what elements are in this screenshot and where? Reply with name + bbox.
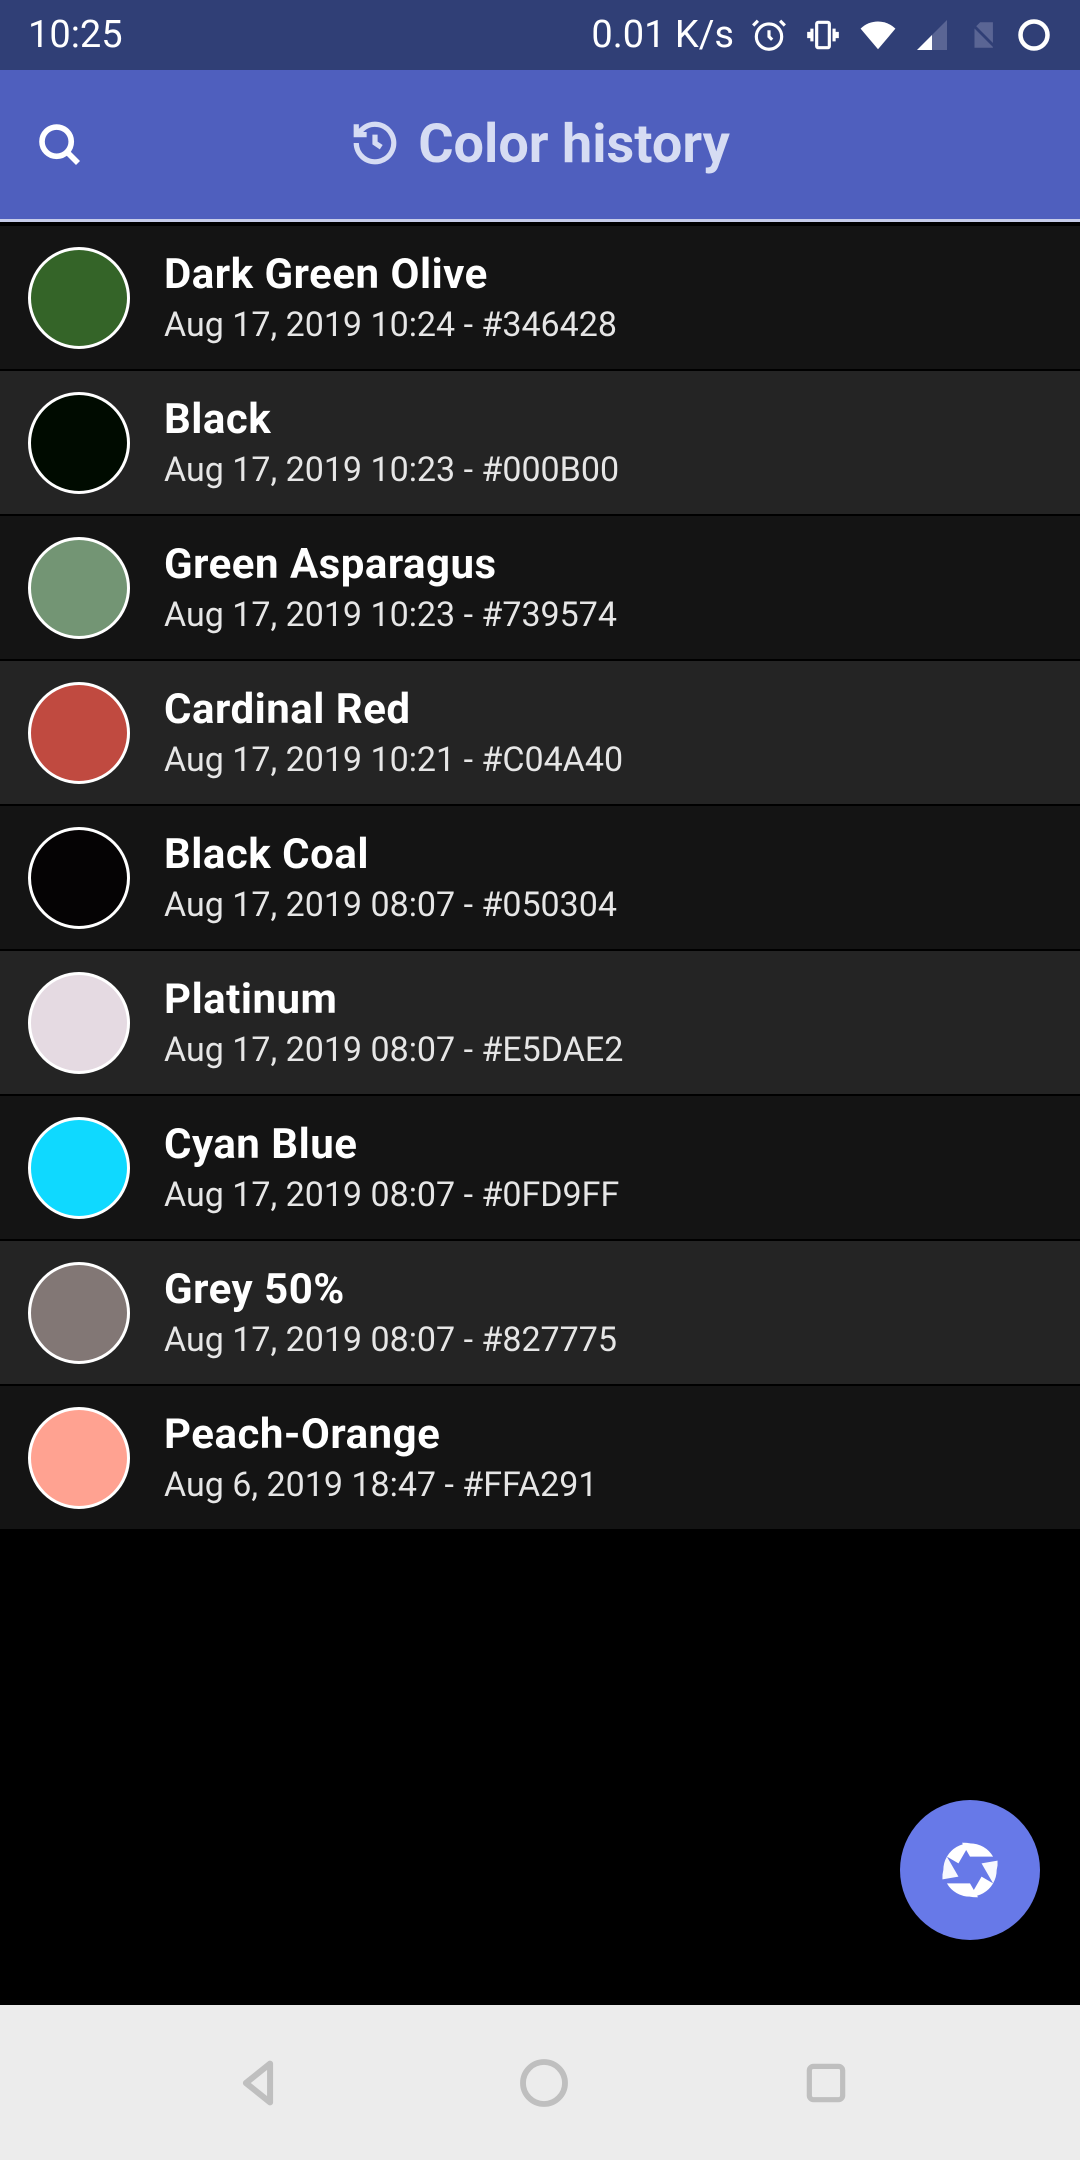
color-swatch bbox=[28, 392, 130, 494]
color-name: Peach-Orange bbox=[164, 1410, 598, 1459]
color-row[interactable]: Green Asparagus Aug 17, 2019 10:23 - #739… bbox=[0, 515, 1080, 660]
signal-icon bbox=[914, 17, 950, 53]
color-row[interactable]: Dark Green Olive Aug 17, 2019 10:24 - #34… bbox=[0, 225, 1080, 370]
status-icons: 0.01 K/s bbox=[591, 13, 1052, 57]
color-row-text: Cardinal Red Aug 17, 2019 10:21 - #C04A40 bbox=[164, 685, 623, 780]
color-swatch bbox=[28, 1117, 130, 1219]
color-name: Cyan Blue bbox=[164, 1120, 619, 1169]
color-row-text: Cyan Blue Aug 17, 2019 08:07 - #0FD9FF bbox=[164, 1120, 619, 1215]
color-row[interactable]: Peach-Orange Aug 6, 2019 18:47 - #FFA291 bbox=[0, 1385, 1080, 1530]
wifi-icon bbox=[858, 16, 898, 54]
color-subtitle: Aug 17, 2019 10:21 - #C04A40 bbox=[164, 740, 623, 780]
status-time: 10:25 bbox=[28, 13, 123, 57]
no-sim-icon bbox=[966, 16, 1000, 54]
color-row-text: Platinum Aug 17, 2019 08:07 - #E5DAE2 bbox=[164, 975, 623, 1070]
nav-back-button[interactable] bbox=[229, 2054, 287, 2112]
color-row[interactable]: Cardinal Red Aug 17, 2019 10:21 - #C04A40 bbox=[0, 660, 1080, 805]
page-title: Color history bbox=[418, 113, 730, 176]
circle-icon bbox=[1016, 17, 1052, 53]
color-row[interactable]: Cyan Blue Aug 17, 2019 08:07 - #0FD9FF bbox=[0, 1095, 1080, 1240]
color-subtitle: Aug 17, 2019 10:23 - #000B00 bbox=[164, 450, 619, 490]
nav-recent-button[interactable] bbox=[801, 2058, 851, 2108]
color-name: Black Coal bbox=[164, 830, 617, 879]
nav-home-button[interactable] bbox=[516, 2055, 572, 2111]
color-subtitle: Aug 17, 2019 10:23 - #739574 bbox=[164, 595, 617, 635]
color-subtitle: Aug 17, 2019 08:07 - #E5DAE2 bbox=[164, 1030, 623, 1070]
color-swatch bbox=[28, 537, 130, 639]
home-circle-icon bbox=[516, 2055, 572, 2111]
color-row-text: Grey 50% Aug 17, 2019 08:07 - #827775 bbox=[164, 1265, 617, 1360]
color-name: Cardinal Red bbox=[164, 685, 623, 734]
color-swatch bbox=[28, 247, 130, 349]
color-row-text: Black Coal Aug 17, 2019 08:07 - #050304 bbox=[164, 830, 617, 925]
back-triangle-icon bbox=[229, 2054, 287, 2112]
app-bar-title-wrap: Color history bbox=[30, 113, 1050, 176]
color-subtitle: Aug 17, 2019 08:07 - #050304 bbox=[164, 885, 617, 925]
color-swatch bbox=[28, 827, 130, 929]
color-name: Green Asparagus bbox=[164, 540, 617, 589]
status-bar: 10:25 0.01 K/s bbox=[0, 0, 1080, 70]
color-name: Black bbox=[164, 395, 619, 444]
color-row[interactable]: Platinum Aug 17, 2019 08:07 - #E5DAE2 bbox=[0, 950, 1080, 1095]
app-bar: Color history bbox=[0, 70, 1080, 222]
color-subtitle: Aug 6, 2019 18:47 - #FFA291 bbox=[164, 1465, 598, 1505]
color-row-text: Peach-Orange Aug 6, 2019 18:47 - #FFA291 bbox=[164, 1410, 598, 1505]
color-swatch bbox=[28, 972, 130, 1074]
alarm-icon bbox=[750, 16, 788, 54]
color-row-text: Green Asparagus Aug 17, 2019 10:23 - #739… bbox=[164, 540, 617, 635]
history-icon bbox=[350, 118, 400, 172]
color-swatch bbox=[28, 1407, 130, 1509]
color-row-text: Dark Green Olive Aug 17, 2019 10:24 - #34… bbox=[164, 250, 617, 345]
color-row[interactable]: Black Coal Aug 17, 2019 08:07 - #050304 bbox=[0, 805, 1080, 950]
color-subtitle: Aug 17, 2019 08:07 - #827775 bbox=[164, 1320, 617, 1360]
color-swatch bbox=[28, 682, 130, 784]
vibrate-icon bbox=[804, 16, 842, 54]
color-row[interactable]: Grey 50% Aug 17, 2019 08:07 - #827775 bbox=[0, 1240, 1080, 1385]
color-subtitle: Aug 17, 2019 08:07 - #0FD9FF bbox=[164, 1175, 619, 1215]
color-name: Dark Green Olive bbox=[164, 250, 617, 299]
recent-square-icon bbox=[801, 2058, 851, 2108]
status-net-speed: 0.01 K/s bbox=[591, 13, 734, 57]
color-swatch bbox=[28, 1262, 130, 1364]
color-row[interactable]: Black Aug 17, 2019 10:23 - #000B00 bbox=[0, 370, 1080, 515]
color-row-text: Black Aug 17, 2019 10:23 - #000B00 bbox=[164, 395, 619, 490]
capture-fab[interactable] bbox=[900, 1800, 1040, 1940]
camera-aperture-icon bbox=[938, 1838, 1002, 1902]
color-name: Platinum bbox=[164, 975, 623, 1024]
color-subtitle: Aug 17, 2019 10:24 - #346428 bbox=[164, 305, 617, 345]
color-history-list: Dark Green Olive Aug 17, 2019 10:24 - #34… bbox=[0, 225, 1080, 1530]
color-name: Grey 50% bbox=[164, 1265, 617, 1314]
android-nav-bar bbox=[0, 2005, 1080, 2160]
